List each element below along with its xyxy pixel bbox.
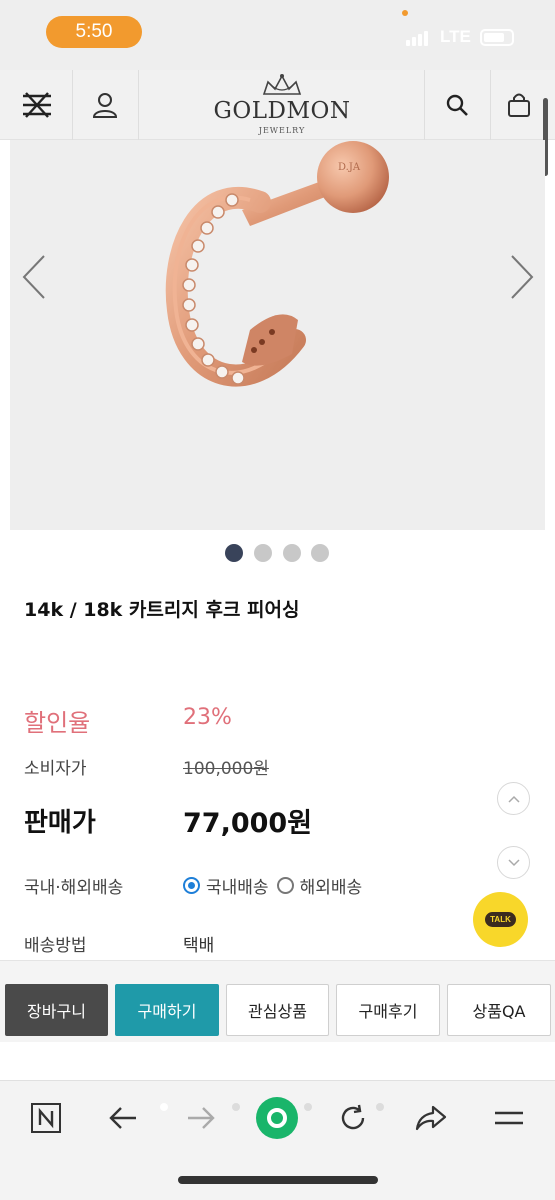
add-to-cart-button[interactable]: 장바구니 [5, 984, 108, 1036]
account-button[interactable] [72, 70, 138, 140]
reviews-button[interactable]: 구매후기 [336, 984, 440, 1036]
talk-icon: TALK [485, 912, 516, 927]
menu-button[interactable] [4, 70, 70, 140]
chevron-down-icon [507, 858, 520, 866]
user-icon [92, 93, 118, 118]
naver-home-button[interactable] [23, 1095, 69, 1141]
product-title: 14k / 18k 카트리지 후크 피어싱 [24, 599, 300, 621]
search-icon [446, 94, 468, 116]
page-content-fade [0, 1042, 555, 1080]
discount-label: 할인율 [24, 709, 91, 737]
privacy-indicator-icon [402, 10, 408, 16]
wishlist-button[interactable]: 관심상품 [226, 984, 329, 1036]
chevron-left-icon [22, 255, 45, 299]
back-arrow-icon [109, 1107, 136, 1129]
sale-price: 77,000원 [183, 808, 313, 839]
back-button[interactable] [100, 1095, 146, 1141]
purchase-action-bar: 장바구니 구매하기 관심상품 구매후기 상품QA [0, 960, 555, 1042]
prev-image-button[interactable] [14, 252, 54, 302]
shopping-bag-icon [508, 93, 530, 117]
shipping-label: 국내·해외배송 [24, 878, 124, 898]
reload-icon [341, 1104, 365, 1130]
crown-icon [262, 74, 302, 95]
status-bar: 5:50 LTE [0, 0, 555, 70]
gallery-dot[interactable] [254, 544, 272, 562]
gallery-dot[interactable] [225, 544, 243, 562]
search-button[interactable] [424, 70, 490, 140]
chevron-up-icon [507, 795, 520, 803]
gallery-dot[interactable] [283, 544, 301, 562]
overseas-option-label[interactable]: 해외배송 [300, 873, 363, 898]
discount-value: 23% [183, 705, 232, 730]
product-qa-button[interactable]: 상품QA [447, 984, 551, 1036]
home-indicator [178, 1176, 378, 1184]
gallery-dot[interactable] [311, 544, 329, 562]
status-time: 5:50 [46, 16, 142, 48]
share-button[interactable] [408, 1095, 454, 1141]
shipping-method-value: 택배 [183, 936, 215, 956]
naver-n-icon [31, 1103, 61, 1133]
forward-button[interactable] [178, 1095, 224, 1141]
reload-button[interactable] [330, 1095, 376, 1141]
battery-icon [480, 29, 514, 46]
buy-now-button[interactable]: 구매하기 [115, 984, 219, 1036]
network-type: LTE [440, 27, 471, 46]
green-home-button[interactable] [254, 1095, 300, 1141]
next-image-button[interactable] [502, 252, 542, 302]
scroll-up-button[interactable] [497, 782, 530, 815]
green-home-icon [256, 1097, 298, 1139]
share-icon [415, 1105, 447, 1131]
sale-price-label: 판매가 [24, 808, 96, 838]
browser-toolbar [0, 1080, 555, 1200]
brand-name: GOLDMON [213, 98, 351, 124]
menu-close-icon [23, 92, 51, 118]
gallery-pagination [225, 544, 335, 564]
consumer-price-label: 소비자가 [24, 759, 87, 779]
product-image: D.JA [165, 141, 389, 387]
domestic-option-label[interactable]: 국내배송 [206, 873, 269, 898]
browser-menu-button[interactable] [486, 1095, 532, 1141]
signal-icon [406, 30, 430, 46]
domestic-radio[interactable] [183, 877, 200, 894]
brand-subtitle: JEWELRY [258, 126, 306, 135]
kakao-talk-button[interactable]: TALK [473, 892, 528, 947]
consumer-price: 100,000원 [183, 759, 269, 779]
site-header: GOLDMON JEWELRY [0, 70, 555, 140]
scroll-down-button[interactable] [497, 846, 530, 879]
product-image-gallery[interactable]: D.JA [10, 140, 545, 530]
menu-icon [495, 1111, 523, 1125]
overseas-radio[interactable] [276, 877, 294, 894]
engraving-text: D.JA [338, 162, 361, 173]
chevron-right-icon [511, 255, 534, 299]
shipping-method-label: 배송방법 [24, 936, 87, 956]
brand-logo[interactable]: GOLDMON JEWELRY [140, 70, 424, 140]
forward-arrow-icon [188, 1107, 215, 1129]
shipping-options: 국내배송 해외배송 [183, 873, 362, 898]
